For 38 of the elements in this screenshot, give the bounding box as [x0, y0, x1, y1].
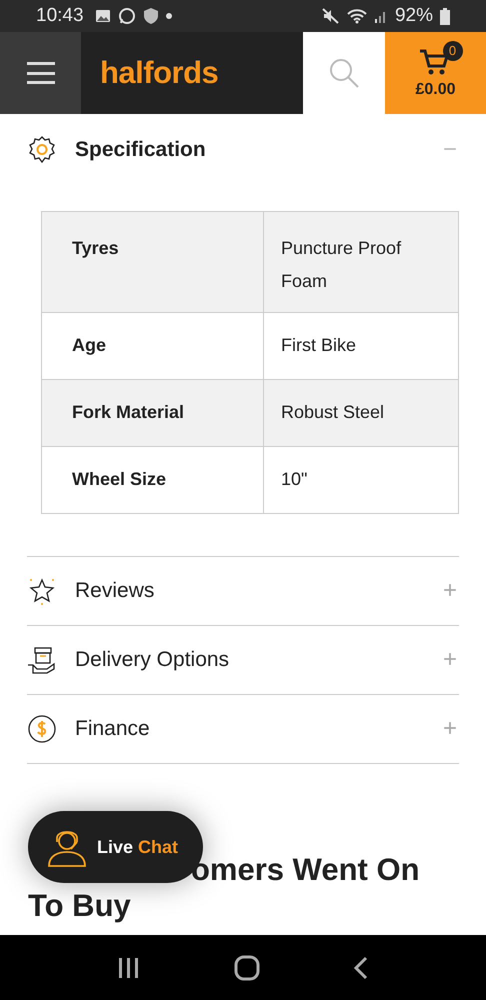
section-title: Specification: [75, 138, 207, 162]
table-cell-text: Robust Steel: [280, 401, 386, 424]
dollar-coin-icon: [27, 714, 57, 744]
table-cell-text: Puncture Proof Foam: [280, 237, 402, 293]
accordion-header[interactable]: Delivery Options +: [27, 626, 459, 695]
battery-icon: [440, 8, 450, 24]
section-title: Finance: [75, 717, 151, 741]
accordion-header[interactable]: Finance +: [27, 695, 459, 764]
recent-apps-icon: [116, 956, 141, 978]
image-icon: [94, 9, 111, 23]
clock-time: 10:43: [36, 5, 84, 27]
menu-icon: [26, 61, 54, 85]
star-icon: [27, 576, 57, 606]
section-title: Delivery Options: [75, 648, 230, 672]
battery-percent: 92%: [394, 5, 433, 27]
table-cell-text: 10": [280, 468, 308, 491]
home-icon: [234, 954, 260, 980]
chat-bubble-icon: [118, 7, 136, 25]
accordion-header[interactable]: Reviews +: [27, 557, 459, 626]
cart-button[interactable]: 0 £0.00: [385, 32, 486, 114]
back-icon: [353, 956, 370, 980]
wifi-icon: [346, 8, 367, 24]
cart-icon: [418, 48, 448, 76]
mute-icon: [322, 8, 340, 24]
menu-button[interactable]: [0, 32, 81, 114]
table-cell: Wheel Size: [42, 447, 264, 513]
section-heading: To Buy: [28, 888, 132, 924]
table-cell: Tyres: [42, 212, 264, 312]
gear-icon: [27, 135, 57, 165]
table-cell: Fork Material: [42, 380, 264, 446]
section-title: Reviews: [75, 579, 156, 603]
box-on-hand-icon: [27, 645, 57, 675]
shield-icon: [142, 7, 159, 25]
cart-count-badge: 0: [442, 40, 462, 60]
table-cell-text: First Bike: [280, 334, 358, 357]
search-icon: [328, 57, 360, 89]
dot-icon: [166, 13, 172, 19]
accordion-header[interactable]: Specification −: [27, 114, 459, 186]
